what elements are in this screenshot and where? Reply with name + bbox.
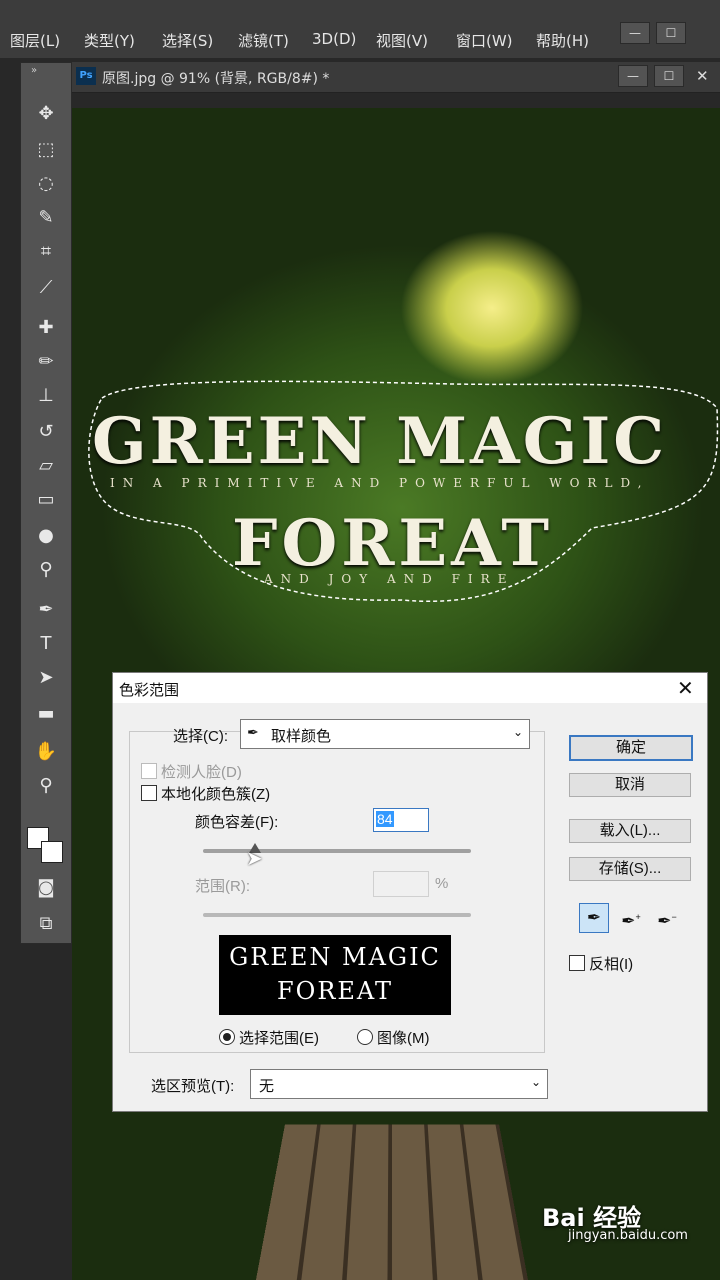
- selection-preview-value: 无: [259, 1078, 275, 1095]
- quick-mask-icon[interactable]: ◙: [31, 875, 61, 901]
- eyedropper-icon: ✒: [247, 724, 259, 740]
- collapse-panel-icon[interactable]: »: [31, 65, 37, 76]
- fuzziness-input[interactable]: 84: [373, 808, 429, 832]
- lasso-tool-icon[interactable]: ◌: [31, 171, 61, 197]
- crop-tool-icon[interactable]: ⌗: [31, 239, 61, 265]
- clone-stamp-tool-icon[interactable]: ⊥: [31, 383, 61, 409]
- menu-type[interactable]: 类型(Y): [84, 30, 135, 51]
- doc-minimize-button[interactable]: —: [618, 65, 648, 87]
- screen-mode-icon[interactable]: ⧉: [31, 911, 61, 937]
- localized-clusters-checkbox[interactable]: [141, 785, 157, 801]
- range-slider: [203, 913, 471, 917]
- image-radio[interactable]: [357, 1029, 373, 1045]
- mouse-cursor-icon: ➤: [246, 846, 263, 870]
- menu-3d[interactable]: 3D(D): [312, 30, 356, 48]
- eyedropper-tool-icon[interactable]: ⟋: [31, 275, 61, 301]
- move-tool-icon[interactable]: ✥: [31, 101, 61, 127]
- blur-tool-icon[interactable]: ●: [31, 523, 61, 549]
- select-label: 选择(C):: [173, 728, 228, 745]
- watermark-url: jingyan.baidu.com: [568, 1228, 688, 1243]
- menu-filter[interactable]: 滤镜(T): [238, 30, 289, 51]
- select-dropdown[interactable]: ✒ 取样颜色 ⌄: [240, 719, 530, 749]
- dialog-titlebar: 色彩范围 ✕: [113, 673, 707, 703]
- range-unit: %: [435, 875, 449, 892]
- image-radio-label: 图像(M): [377, 1030, 430, 1047]
- type-tool-icon[interactable]: T: [31, 631, 61, 657]
- select-dropdown-value: 取样颜色: [271, 728, 332, 745]
- eraser-tool-icon[interactable]: ▱: [31, 453, 61, 479]
- menu-select[interactable]: 选择(S): [162, 30, 213, 51]
- dialog-title: 色彩范围: [119, 682, 180, 699]
- invert-label: 反相(I): [589, 956, 634, 973]
- detect-faces-checkbox[interactable]: [141, 763, 157, 779]
- eyedropper-sample-icon[interactable]: ✒: [579, 903, 609, 933]
- localized-clusters-label: 本地化颜色簇(Z): [161, 786, 271, 803]
- selection-radio[interactable]: [219, 1029, 235, 1045]
- dialog-close-icon[interactable]: ✕: [677, 676, 694, 701]
- hand-tool-icon[interactable]: ✋: [31, 739, 61, 765]
- preview-line2: FOREAT: [277, 977, 393, 1005]
- fuzziness-label: 颜色容差(F):: [195, 814, 279, 831]
- dodge-tool-icon[interactable]: ⚲: [31, 557, 61, 583]
- menu-bar: 图层(L) 类型(Y) 选择(S) 滤镜(T) 3D(D) 视图(V) 窗口(W…: [0, 0, 720, 58]
- save-button[interactable]: 存储(S)...: [569, 857, 691, 881]
- quick-select-tool-icon[interactable]: ✎: [31, 205, 61, 231]
- menu-window[interactable]: 窗口(W): [456, 30, 513, 51]
- preview-line1: GREEN MAGIC: [229, 943, 441, 971]
- tools-panel: » ✥ ⬚ ◌ ✎ ⌗ ⟋ ✚ ✏ ⊥ ↺ ▱ ▭ ● ⚲ ✒ T ➤ ▬ ✋ …: [20, 62, 72, 944]
- photoshop-icon: Ps: [76, 67, 96, 85]
- selection-marquee: [88, 380, 719, 602]
- history-brush-tool-icon[interactable]: ↺: [31, 419, 61, 445]
- ok-button[interactable]: 确定: [569, 735, 693, 761]
- background-color-swatch[interactable]: [41, 841, 63, 863]
- fuzziness-slider[interactable]: [203, 849, 471, 853]
- gradient-tool-icon[interactable]: ▭: [31, 487, 61, 513]
- pen-tool-icon[interactable]: ✒: [31, 597, 61, 623]
- wooden-bridge: [255, 1124, 529, 1280]
- range-label: 范围(R):: [195, 878, 250, 895]
- document-title[interactable]: 原图.jpg @ 91% (背景, RGB/8#) *: [102, 68, 329, 88]
- menu-help[interactable]: 帮助(H): [536, 30, 589, 51]
- color-range-dialog: 色彩范围 ✕ 选择(C): ✒ 取样颜色 ⌄ 检测人脸(D) 本地化颜色簇(Z)…: [112, 672, 708, 1112]
- app-maximize-button[interactable]: ☐: [656, 22, 686, 44]
- detect-faces-label: 检测人脸(D): [161, 764, 242, 781]
- zoom-tool-icon[interactable]: ⚲: [31, 773, 61, 799]
- brush-tool-icon[interactable]: ✏: [31, 349, 61, 375]
- app-minimize-button[interactable]: —: [620, 22, 650, 44]
- document-tab-bar: Ps 原图.jpg @ 91% (背景, RGB/8#) * — ☐ ✕: [72, 62, 720, 93]
- doc-maximize-button[interactable]: ☐: [654, 65, 684, 87]
- doc-close-button[interactable]: ✕: [696, 67, 709, 85]
- selection-radio-label: 选择范围(E): [239, 1030, 319, 1047]
- eyedropper-add-icon[interactable]: ✒+: [617, 903, 645, 931]
- menu-view[interactable]: 视图(V): [376, 30, 428, 51]
- selection-preview-thumbnail: GREEN MAGIC FOREAT: [219, 935, 451, 1015]
- marquee-tool-icon[interactable]: ⬚: [31, 137, 61, 163]
- selection-preview-dropdown[interactable]: 无 ⌄: [250, 1069, 548, 1099]
- cancel-button[interactable]: 取消: [569, 773, 691, 797]
- eyedropper-subtract-icon[interactable]: ✒−: [653, 903, 681, 931]
- path-select-tool-icon[interactable]: ➤: [31, 665, 61, 691]
- invert-checkbox[interactable]: [569, 955, 585, 971]
- fuzziness-value: 84: [376, 811, 394, 827]
- load-button[interactable]: 载入(L)...: [569, 819, 691, 843]
- chevron-down-icon: ⌄: [530, 1075, 541, 1089]
- menu-layer[interactable]: 图层(L): [10, 30, 60, 51]
- selection-preview-label: 选区预览(T):: [151, 1078, 235, 1095]
- chevron-down-icon: ⌄: [512, 725, 523, 739]
- healing-brush-tool-icon[interactable]: ✚: [31, 315, 61, 341]
- range-input: [373, 871, 429, 897]
- shape-tool-icon[interactable]: ▬: [31, 701, 61, 727]
